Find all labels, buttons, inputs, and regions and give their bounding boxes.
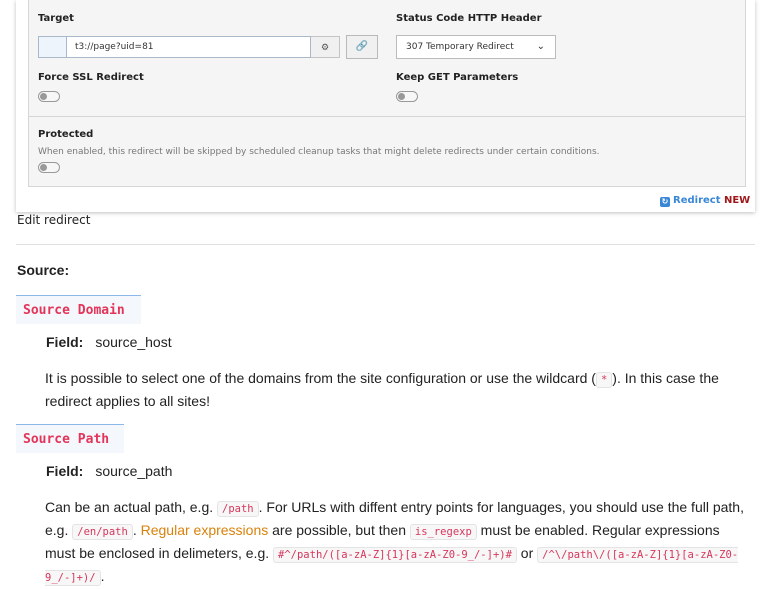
target-label: Target [38,13,74,24]
text: Can be an actual path, e.g. [45,499,218,515]
badge-redirect-text: Redirect [673,195,721,206]
redirect-form: Target t3://page?uid=81 ⚙ 🔗 Status Code … [28,0,746,187]
redirect-logo-icon: ↻ [660,197,670,207]
protected-label: Protected [38,129,94,140]
code-en-path: /en/path [72,524,133,540]
status-code-label: Status Code HTTP Header [396,13,542,24]
force-ssl-toggle[interactable] [38,91,60,102]
divider [29,116,745,117]
field-label: Field: [46,334,84,350]
status-code-select[interactable]: 307 Temporary Redirect ⌄ [396,35,556,59]
path-field-line: Field: source_path [46,463,172,479]
status-code-value: 307 Temporary Redirect [406,42,514,52]
source-domain-heading: Source Domain [16,295,141,324]
extension-badge: ↻ Redirect NEW [660,195,750,207]
wildcard-code: * [595,372,613,388]
link-info-icon[interactable]: ⚙ [311,36,340,58]
code-is-regexp: is_regexp [409,524,477,540]
force-ssl-label: Force SSL Redirect [38,72,144,83]
source-heading: Source: [17,262,70,278]
target-input-group: t3://page?uid=81 ⚙ 🔗 [38,35,378,59]
domain-field-line: Field: source_host [46,334,172,350]
keep-get-toggle[interactable] [396,91,418,102]
text: or [516,545,538,561]
regular-expressions-link[interactable]: Regular expressions [141,522,269,538]
text: It is possible to select one of the doma… [45,370,596,386]
code-path: /path [217,501,259,517]
chevron-down-icon: ⌄ [536,41,545,52]
domain-field-name: source_host [95,334,172,350]
redirect-form-screenshot: Target t3://page?uid=81 ⚙ 🔗 Status Code … [16,0,755,212]
badge-new-text: NEW [723,195,751,206]
protected-toggle[interactable] [38,162,60,173]
text: . [132,522,141,538]
domain-description: It is possible to select one of the doma… [45,368,753,412]
text: . [100,568,105,584]
link-browser-button[interactable]: 🔗 [346,35,378,59]
figure-caption: Edit redirect [17,213,91,227]
separator [16,244,755,245]
field-label: Field: [46,463,84,479]
source-path-heading: Source Path [16,424,124,453]
keep-get-label: Keep GET Parameters [396,72,519,83]
protected-help-text: When enabled, this redirect will be skip… [38,147,600,157]
code-regex-hash: #^/path/([a-zA-Z]{1}[a-zA-Z0-9_/-]+)# [273,547,517,563]
target-input[interactable]: t3://page?uid=81 [67,36,311,58]
text: are possible, but then [268,522,410,538]
link-type-icon [38,36,67,58]
path-field-name: source_path [95,463,173,479]
chain-link-icon: 🔗 [355,41,369,52]
path-description: Can be an actual path, e.g. /path. For U… [45,497,753,589]
